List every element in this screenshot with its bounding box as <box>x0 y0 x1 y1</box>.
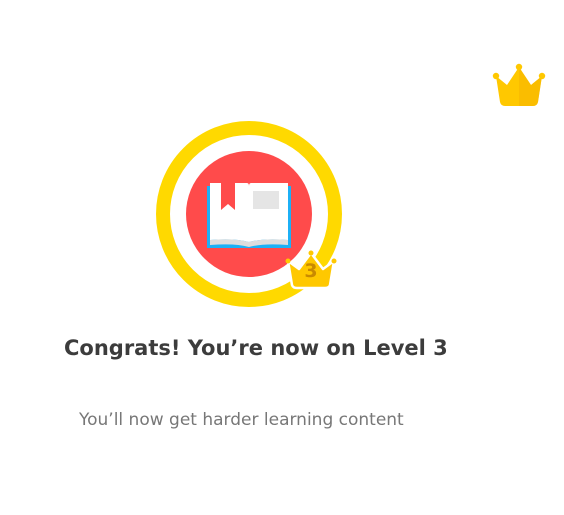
congrats-subtitle: You’ll now get harder learning content <box>79 410 404 430</box>
level-number: 3 <box>304 260 318 282</box>
crown-icon <box>490 62 548 108</box>
congrats-title: Congrats! You’re now on Level 3 <box>64 336 448 360</box>
crown-icon-graphic <box>492 63 546 106</box>
level-crown-icon: 3 <box>285 250 337 290</box>
open-book-icon <box>207 183 291 248</box>
level-badge: 3 <box>155 120 343 308</box>
